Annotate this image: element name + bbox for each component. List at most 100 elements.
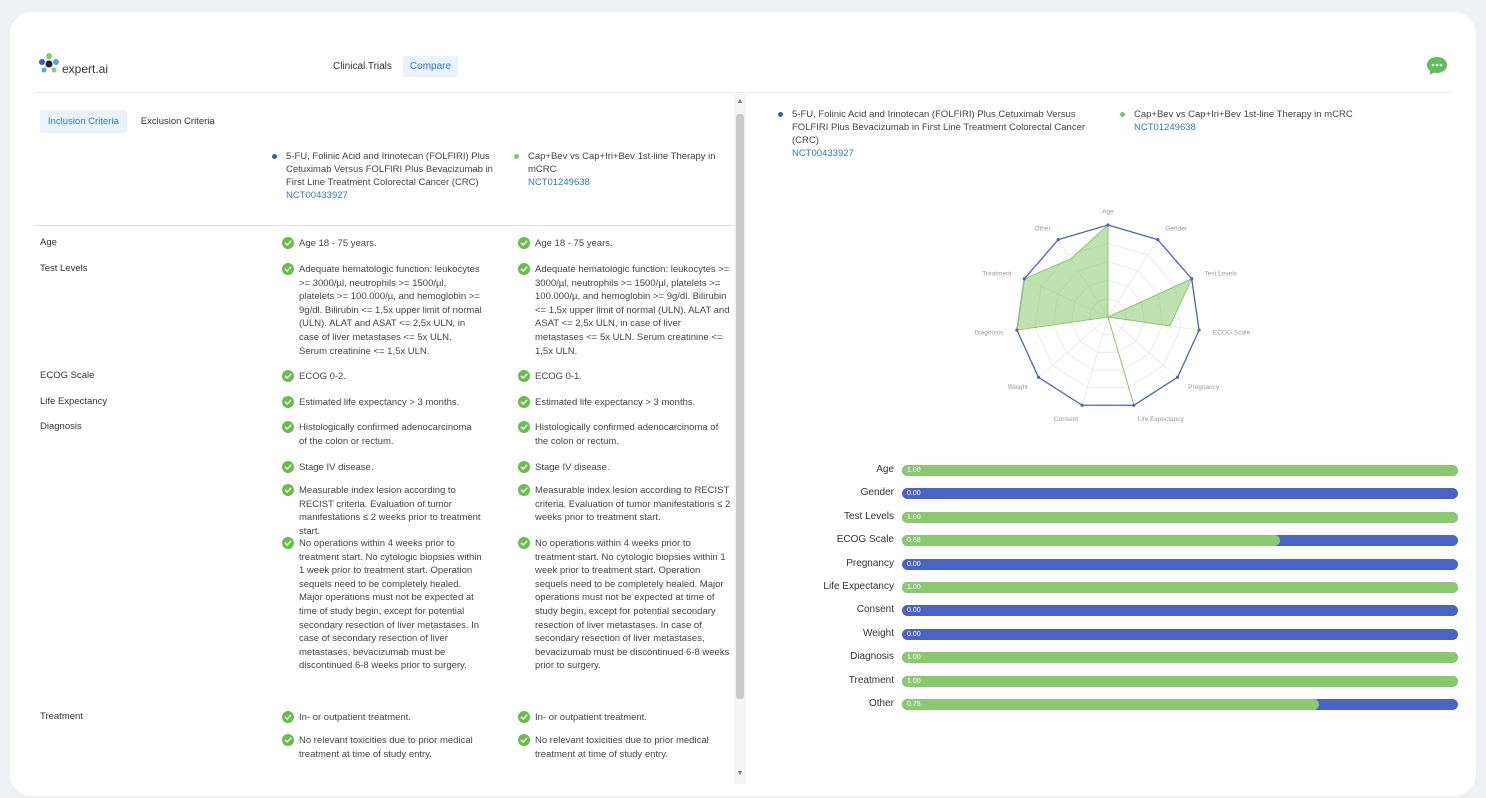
score-bar-track: 0.00	[902, 558, 1458, 570]
score-bar-fill	[902, 465, 1458, 476]
tab-exclusion-criteria[interactable]: Exclusion Criteria	[133, 110, 223, 133]
trial-2-nct-link[interactable]: NCT01249638	[514, 176, 734, 189]
criterion-text: Estimated life expectancy > 3 months.	[535, 397, 696, 408]
radar-trial-1-point	[1132, 403, 1136, 407]
score-bar-track: 0.68	[902, 535, 1458, 547]
tab-inclusion-criteria[interactable]: Inclusion Criteria	[40, 110, 127, 133]
trial-1-criterion: Age 18 - 75 years.	[282, 237, 482, 251]
criterion-text: Stage IV disease.	[299, 462, 374, 473]
score-bar-row: Age 1.00	[798, 464, 1458, 476]
score-bar-label: Life Expectancy	[823, 581, 894, 592]
check-circle-icon	[518, 421, 530, 433]
radar-trial-1-point	[1036, 375, 1041, 379]
radar-axis-label: ECOG Scale	[1213, 330, 1251, 337]
score-bar-track: 1.00	[902, 652, 1458, 664]
score-bar-value: 0.68	[907, 537, 921, 545]
scrollbar[interactable]: ▲ ▼	[734, 94, 746, 784]
legend-trial-2-nct-link[interactable]: NCT01249638	[1120, 121, 1420, 134]
logo-icon	[39, 53, 59, 73]
trial-2-criterion: No relevant toxicities due to prior medi…	[518, 734, 732, 761]
score-bar-track: 0.00	[902, 605, 1458, 617]
criterion-text: ECOG 0-2.	[299, 371, 346, 382]
criterion-text: Stage IV disease.	[535, 462, 610, 473]
radar-trial-1-point	[1197, 328, 1201, 332]
logo-text: expert.ai	[62, 62, 109, 76]
check-circle-icon	[282, 461, 294, 473]
criterion-label: Age	[40, 237, 57, 248]
criterion-label: Life Expectancy	[40, 396, 108, 407]
radar-trial-2-area	[1016, 223, 1193, 406]
radar-trial-1-point	[1175, 375, 1180, 379]
logo[interactable]: expert.ai	[38, 52, 128, 78]
score-bar-value: 1.00	[907, 513, 921, 521]
criterion-text: Estimated life expectancy > 3 months.	[299, 397, 460, 408]
criterion-text: In- or outpatient treatment.	[299, 712, 411, 723]
radar-axis-label: Diagnosis	[975, 330, 1004, 337]
score-bar-value: 1.00	[907, 677, 921, 685]
check-circle-icon	[518, 396, 530, 408]
radar-axis-label: Other	[1034, 225, 1051, 232]
radar-trial-1-point	[1080, 403, 1084, 407]
score-bar-row: Consent 0.00	[798, 604, 1458, 617]
score-bar-track: 1.00	[902, 511, 1458, 523]
scroll-thumb[interactable]	[736, 114, 744, 699]
trial-header-2: Cap+Bev vs Cap+Iri+Bev 1st-line Therapy …	[514, 150, 734, 189]
score-bar-row: Life Expectancy 1.00	[798, 581, 1458, 593]
score-bar-label: Age	[876, 464, 894, 475]
radar-axis-label: Life Expectancy	[1138, 416, 1185, 423]
score-bar-row: Diagnosis 1.00	[798, 651, 1458, 664]
trial-2-criterion: Measurable index lesion according to REC…	[518, 484, 732, 525]
trial-2-title: Cap+Bev vs Cap+Iri+Bev 1st-line Therapy …	[528, 151, 716, 175]
scroll-up-icon[interactable]: ▲	[736, 98, 744, 106]
score-bar-label: Test Levels	[843, 510, 894, 522]
score-bar-track: 1.00	[902, 465, 1458, 476]
criterion-text: Adequate hematologic function: leukocyte…	[299, 264, 482, 357]
score-bar-row: Weight 0.00	[798, 628, 1458, 640]
trial-1-criterion: In- or outpatient treatment.	[282, 711, 482, 725]
criterion-text: Histologically confirmed adenocarcinoma …	[299, 422, 472, 447]
chat-icon[interactable]	[1426, 56, 1448, 76]
nav-compare[interactable]: Compare	[402, 56, 459, 77]
radar-axis-label: Treatment	[982, 270, 1012, 277]
nav-clinical-trials[interactable]: Clinical Trials	[326, 56, 399, 77]
check-circle-icon	[518, 734, 530, 746]
criterion-text: Adequate hematologic function: leukocyte…	[535, 264, 730, 357]
check-circle-icon	[282, 711, 294, 723]
radar-axis-label: Pregnancy	[1188, 384, 1220, 391]
trial-2-criterion: Estimated life expectancy > 3 months.	[518, 396, 732, 410]
score-bar-fill	[902, 535, 1281, 547]
check-circle-icon	[282, 370, 294, 382]
criterion-label: ECOG Scale	[40, 370, 95, 381]
trial-2-criterion: Stage IV disease.	[518, 461, 732, 475]
score-bar-track: 1.00	[902, 582, 1458, 593]
criterion-text: Histologically confirmed adenocarcinoma …	[535, 422, 719, 447]
trial-1-dot	[272, 154, 277, 159]
score-bar-fill	[902, 652, 1458, 664]
trial-2-criterion: Age 18 - 75 years.	[518, 237, 732, 251]
legend-trial-2-title: Cap+Bev vs Cap+Iri+Bev 1st-line Therapy …	[1134, 109, 1353, 120]
legend-trial-2-dot	[1120, 112, 1125, 117]
trial-1-nct-link[interactable]: NCT00433927	[272, 189, 504, 202]
trial-2-criterion: No operations within 4 weeks prior to tr…	[518, 537, 732, 673]
radar-axis-label: Gender	[1165, 225, 1188, 232]
check-circle-icon	[282, 734, 294, 746]
trial-1-criterion: Adequate hematologic function: leukocyte…	[282, 263, 482, 358]
criterion-label: Diagnosis	[40, 421, 82, 432]
criterion-label: Test Levels	[40, 263, 88, 274]
criteria-divider	[34, 225, 734, 226]
trial-1-criterion: ECOG 0-2.	[282, 370, 482, 384]
score-bar-row: ECOG Scale 0.68	[798, 534, 1458, 547]
radar-trial-1-point	[1190, 277, 1194, 281]
legend-trial-1-nct-link[interactable]: NCT00433927	[778, 147, 1098, 160]
radar-trial-1-point	[1106, 223, 1110, 227]
radar-trial-1-point	[1056, 238, 1060, 242]
score-bar-row: Test Levels 1.00	[798, 511, 1458, 523]
scroll-down-icon[interactable]: ▼	[736, 770, 744, 778]
legend-trial-2: Cap+Bev vs Cap+Iri+Bev 1st-line Therapy …	[1120, 108, 1420, 134]
check-circle-icon	[518, 461, 530, 473]
score-bar-label: Other	[868, 698, 894, 709]
score-bar-row: Pregnancy 0.00	[798, 558, 1458, 570]
criterion-text: Measurable index lesion according to REC…	[299, 485, 481, 537]
score-bar-label: Gender	[860, 487, 894, 499]
legend-trial-1-dot	[778, 112, 783, 117]
